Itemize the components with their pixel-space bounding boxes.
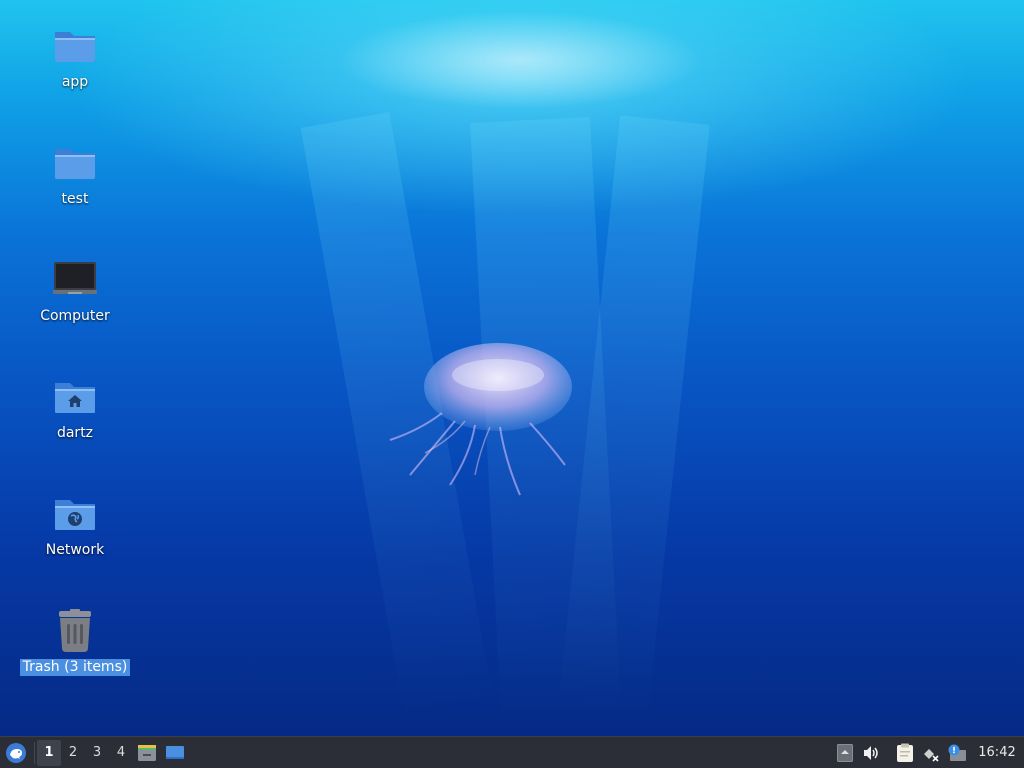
file-manager-icon bbox=[138, 744, 156, 761]
desktop-icon-label: Computer bbox=[40, 308, 110, 324]
volume-button[interactable] bbox=[858, 737, 884, 769]
desktop-icon-label: dartz bbox=[56, 425, 94, 441]
show-desktop-icon bbox=[166, 745, 184, 759]
file-manager-launcher[interactable] bbox=[133, 737, 161, 769]
notifications-button[interactable] bbox=[944, 737, 970, 769]
tray-expand-button[interactable] bbox=[832, 737, 858, 769]
panel-separator bbox=[34, 741, 35, 764]
applications-menu-button[interactable] bbox=[0, 737, 32, 769]
folder-icon bbox=[55, 149, 95, 179]
trash-icon bbox=[59, 609, 91, 652]
network-icon bbox=[924, 748, 939, 762]
desktop-icon-trash[interactable]: Trash (3 items) bbox=[18, 605, 132, 695]
xfce-mouse-icon bbox=[6, 742, 26, 763]
clipboard-icon bbox=[897, 743, 913, 762]
workspace-4-button[interactable]: 4 bbox=[109, 740, 133, 766]
network-folder-icon bbox=[55, 500, 95, 530]
desktop-icon-label: test bbox=[61, 191, 89, 207]
home-folder-icon bbox=[55, 383, 95, 413]
jellyfish-image bbox=[389, 343, 572, 496]
volume-icon bbox=[864, 745, 878, 760]
workspace-1-button[interactable]: 1 bbox=[37, 739, 61, 766]
clock[interactable]: 16:42 bbox=[970, 737, 1024, 769]
desktop-icon-app[interactable]: app bbox=[18, 20, 132, 110]
show-desktop-button[interactable] bbox=[161, 737, 189, 769]
workspace-2-button[interactable]: 2 bbox=[61, 740, 85, 766]
desktop-wallpaper[interactable]: app test Computer dartz Network Trash (3… bbox=[0, 0, 1024, 736]
tray-arrow-icon bbox=[837, 743, 853, 762]
computer-icon bbox=[53, 262, 97, 294]
folder-icon bbox=[55, 32, 95, 62]
desktop-icon-label: Network bbox=[45, 542, 105, 558]
desktop-icon-test[interactable]: test bbox=[18, 137, 132, 227]
clipboard-button[interactable] bbox=[892, 737, 918, 769]
workspace-3-button[interactable]: 3 bbox=[85, 740, 109, 766]
desktop-icon-network[interactable]: Network bbox=[18, 488, 132, 578]
desktop-icon-dartz[interactable]: dartz bbox=[18, 371, 132, 461]
network-button[interactable] bbox=[918, 737, 944, 769]
notification-icon bbox=[948, 744, 966, 761]
desktop-icon-label: Trash (3 items) bbox=[19, 659, 131, 676]
desktop-icon-computer[interactable]: Computer bbox=[18, 254, 132, 344]
desktop-icon-label: app bbox=[61, 74, 89, 90]
bottom-panel: 1 2 3 4 16:42 bbox=[0, 736, 1024, 768]
